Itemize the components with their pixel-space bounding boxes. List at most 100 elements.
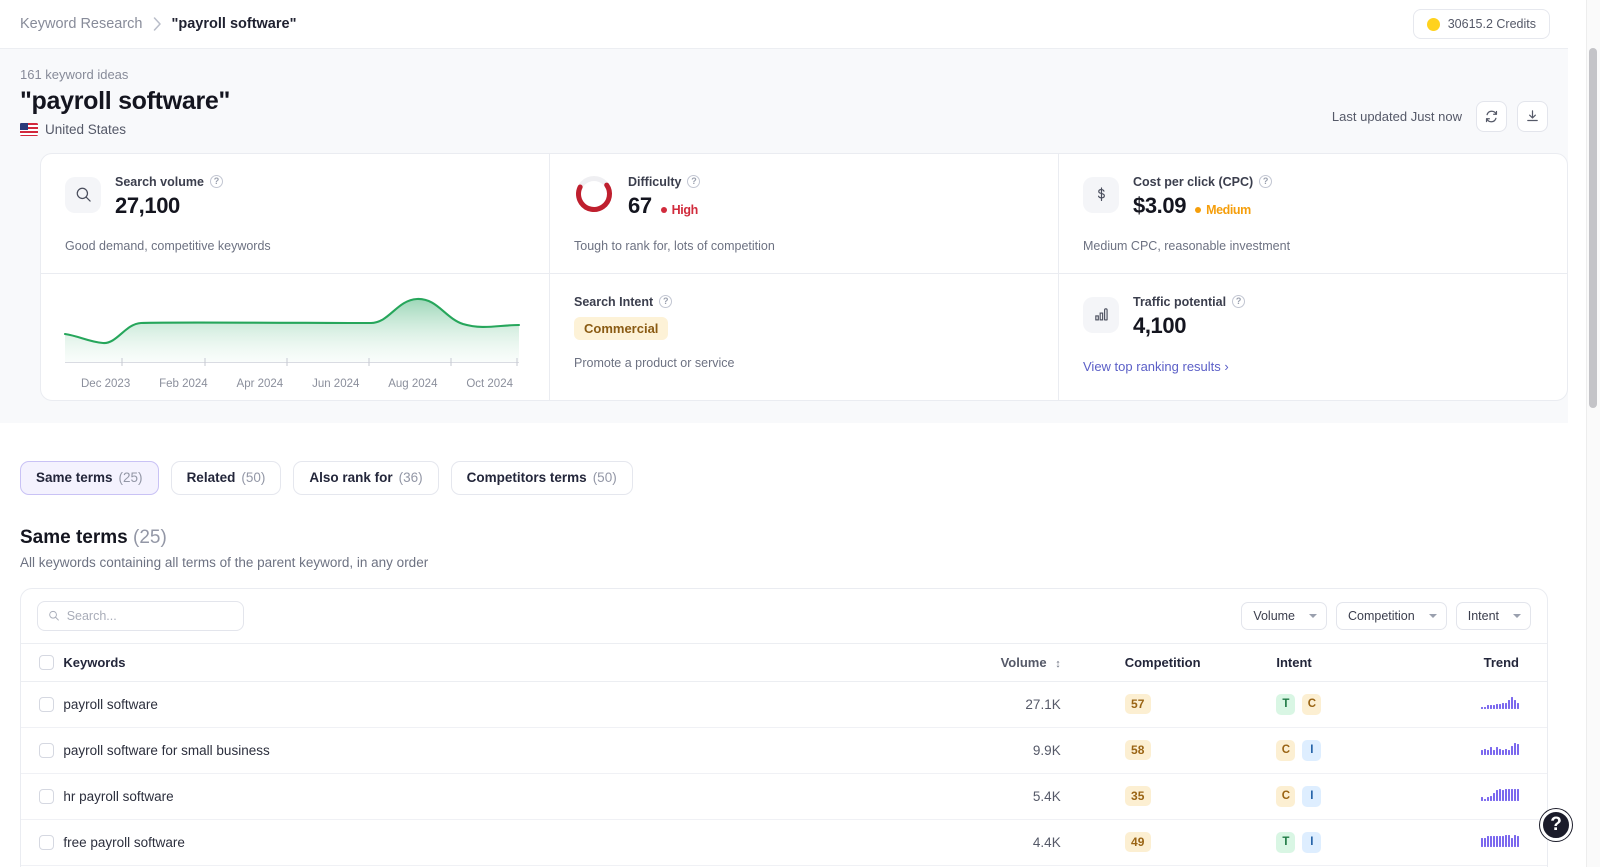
credits-badge[interactable]: 30615.2 Credits — [1412, 9, 1550, 39]
intent-badge-i: I — [1302, 831, 1322, 853]
tab-related[interactable]: Related (50) — [170, 460, 282, 495]
last-updated-label: Last updated Just now — [1331, 108, 1462, 124]
filter-competition-dropdown[interactable]: Competition — [1336, 601, 1447, 630]
chevron-down-icon — [1513, 613, 1521, 618]
metric-label-cpc: Cost per click (CPC) ? — [1133, 175, 1273, 189]
hero-row: "payroll software" United States Last up… — [20, 87, 1548, 137]
keyword-cell[interactable]: payroll software — [63, 681, 902, 728]
top-bar: Keyword Research "payroll software" 3061… — [0, 0, 1568, 49]
table-row[interactable]: payroll software for small business 9.9K 5… — [21, 727, 1547, 774]
tab-count: (36) — [398, 470, 423, 486]
table-row[interactable]: payroll software 27.1K 57 T C — [21, 681, 1547, 728]
refresh-button[interactable] — [1476, 100, 1507, 132]
keyword-ideas-count: 161 keyword ideas — [20, 67, 129, 82]
coin-icon — [1426, 17, 1440, 31]
breadcrumb-root[interactable]: Keyword Research — [20, 16, 143, 32]
filter-label: Volume — [1253, 608, 1296, 623]
filter-volume-dropdown[interactable]: Volume — [1241, 601, 1328, 630]
download-button[interactable] — [1517, 100, 1548, 132]
row-checkbox[interactable] — [39, 834, 54, 850]
metric-card-cpc: Cost per click (CPC) ? $3.09 Medium Medi… — [1058, 153, 1567, 273]
help-tooltip-icon[interactable]: ? — [209, 175, 223, 189]
table-row[interactable]: free payroll software 4.4K 49 T I — [21, 819, 1547, 866]
search-input[interactable] — [66, 608, 233, 623]
competition-cell: 58 — [1082, 727, 1265, 774]
metric-label-traffic-potential: Traffic potential ? — [1133, 295, 1246, 309]
hero-actions: Last updated Just now — [1331, 100, 1548, 137]
table-header-row: Keywords Volume ↕ Competition Intent Tre… — [21, 642, 1547, 682]
help-tooltip-icon[interactable]: ? — [1259, 175, 1273, 189]
metric-note-cpc: Medium CPC, reasonable investment — [1083, 238, 1291, 253]
column-header-intent[interactable]: Intent — [1264, 642, 1426, 682]
keyword-cell[interactable]: payroll software for small business — [63, 727, 902, 774]
search-icon — [65, 176, 101, 213]
competition-badge: 49 — [1124, 832, 1151, 853]
tab-count: (25) — [118, 470, 143, 486]
metric-card-trend-chart: Dec 2023 Feb 2024 Apr 2024 Jun 2024 Aug … — [41, 274, 549, 400]
row-checkbox[interactable] — [39, 742, 54, 758]
keyword-cell[interactable]: hr payroll software — [63, 773, 902, 820]
intent-badge-group: TI — [1276, 831, 1425, 853]
scrollbar-thumb[interactable] — [1589, 48, 1597, 408]
metric-label-search-intent: Search Intent ? — [574, 295, 1034, 309]
difficulty-rating: High — [660, 203, 698, 217]
chevron-down-icon — [1428, 613, 1437, 618]
vertical-scrollbar[interactable] — [1586, 0, 1600, 867]
trend-sparkline — [1481, 788, 1519, 802]
tab-same-terms[interactable]: Same terms (25) — [20, 460, 159, 495]
tab-also-rank-for[interactable]: Also rank for (36) — [293, 460, 439, 495]
intent-cell: TI — [1264, 819, 1426, 866]
refresh-icon — [1485, 110, 1498, 123]
column-header-volume[interactable]: Volume ↕ — [901, 642, 1083, 682]
metric-card-search-volume: Search volume ? 27,100 Good demand, comp… — [41, 154, 549, 273]
dollar-icon — [1083, 176, 1119, 213]
trend-sparkline — [1481, 742, 1519, 756]
help-tooltip-icon[interactable]: ? — [687, 175, 701, 189]
metric-card-search-intent: Search Intent ? Commercial Promote a pro… — [549, 273, 1058, 400]
metric-number: $3.09 — [1133, 192, 1187, 218]
row-checkbox[interactable] — [39, 788, 54, 804]
metrics-row-top: Search volume ? 27,100 Good demand, comp… — [41, 153, 1567, 273]
search-input-wrapper[interactable] — [37, 600, 244, 631]
x-tick-label: Feb 2024 — [159, 377, 208, 390]
tab-competitors-terms[interactable]: Competitors terms (50) — [450, 460, 633, 495]
row-select-cell — [21, 819, 64, 866]
trend-cell — [1425, 819, 1547, 866]
row-select-cell — [21, 681, 64, 728]
breadcrumb-separator-icon — [153, 17, 162, 31]
table-row[interactable]: hr payroll software 5.4K 35 C I — [21, 773, 1547, 820]
tab-label: Related — [186, 470, 236, 486]
metric-label-text: Search Intent — [574, 294, 654, 309]
filter-intent-dropdown[interactable]: Intent — [1455, 601, 1531, 630]
sort-icon[interactable]: ↕ — [1055, 658, 1061, 670]
app-page: Keyword Research "payroll software" 3061… — [0, 0, 1600, 867]
intent-badge-t: T — [1276, 693, 1296, 715]
row-checkbox[interactable] — [39, 696, 54, 712]
tab-count: (50) — [241, 470, 266, 486]
metric-note-search-volume: Good demand, competitive keywords — [65, 238, 271, 253]
select-all-checkbox[interactable] — [39, 654, 54, 670]
section-title-text: Same terms — [20, 526, 128, 548]
intent-cell: CI — [1264, 727, 1426, 774]
table-header: Keywords Volume ↕ Competition Intent Tre… — [21, 642, 1547, 682]
x-tick-label: Jun 2024 — [312, 377, 360, 390]
row-select-cell — [21, 727, 64, 774]
competition-cell: 35 — [1082, 773, 1265, 820]
keyword-cell[interactable]: free payroll software — [63, 819, 902, 866]
help-tooltip-icon[interactable]: ? — [659, 295, 673, 309]
cpc-rating: Medium — [1195, 203, 1251, 217]
trend-sparkline — [1481, 834, 1519, 848]
metric-value-difficulty: 67 High — [628, 193, 700, 219]
metric-label-search-volume: Search volume ? — [115, 175, 223, 189]
intent-badge-group: CI — [1276, 785, 1425, 807]
help-button[interactable]: ? — [1540, 809, 1572, 841]
column-header-competition[interactable]: Competition — [1082, 642, 1265, 682]
help-tooltip-icon[interactable]: ? — [1232, 295, 1246, 309]
metric-value-search-volume: 27,100 — [115, 193, 223, 219]
column-header-keywords[interactable]: Keywords — [63, 642, 902, 682]
us-flag-icon — [20, 122, 38, 136]
view-top-ranking-results-link[interactable]: View top ranking results › — [1083, 359, 1229, 374]
keywords-table-panel: Volume Competition Intent Keywords — [20, 587, 1548, 867]
search-icon — [49, 611, 59, 621]
column-header-trend[interactable]: Trend — [1425, 642, 1547, 682]
